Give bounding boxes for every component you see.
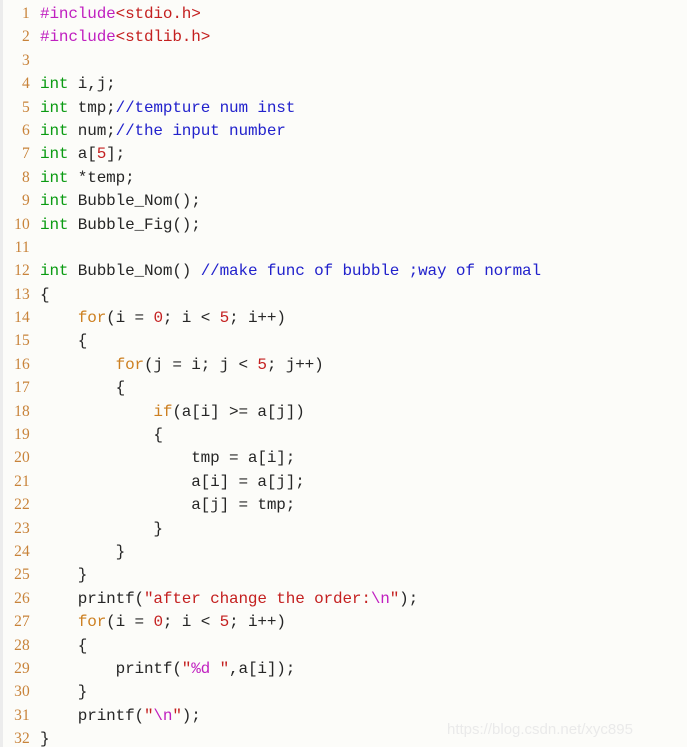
line-content[interactable]: { [30, 635, 88, 658]
code-line[interactable]: 4 int i,j; [0, 72, 687, 95]
line-number: 27 [14, 613, 30, 631]
line-number: 15 [14, 332, 30, 350]
code-line[interactable]: 5 int tmp;//tempture num inst [0, 96, 687, 119]
code-editor-area[interactable]: 1 #include<stdio.h> 2 #include<stdlib.h> 3 4 i… [0, 0, 687, 747]
line-content[interactable]: a[j] = tmp; [30, 494, 295, 517]
line-number: 20 [14, 449, 30, 467]
line-number: 30 [14, 683, 30, 701]
line-content[interactable]: printf("after change the order:\n"); [30, 588, 418, 611]
line-content[interactable]: } [30, 728, 50, 747]
line-number: 31 [14, 706, 30, 724]
line-content[interactable]: int num;//the input number [30, 120, 286, 143]
line-number: 14 [14, 309, 30, 327]
line-content[interactable]: for(i = 0; i < 5; i++) [30, 307, 286, 330]
line-content[interactable]: int i,j; [30, 73, 116, 96]
line-content[interactable]: int Bubble_Fig(); [30, 214, 201, 237]
code-line[interactable]: 7 int a[5]; [0, 142, 687, 165]
code-screenshot: 1 #include<stdio.h> 2 #include<stdlib.h> 3 4 i… [0, 0, 687, 747]
line-content[interactable]: { [30, 377, 126, 400]
line-content[interactable]: if(a[i] >= a[j]) [30, 401, 304, 424]
code-line[interactable]: 11 [0, 236, 687, 259]
line-content[interactable]: } [30, 681, 88, 704]
code-line[interactable]: 18 if(a[i] >= a[j]) [0, 400, 687, 423]
line-number: 25 [14, 566, 30, 584]
code-line[interactable]: 23 } [0, 517, 687, 540]
line-content[interactable]: #include<stdlib.h> [30, 26, 210, 49]
code-line[interactable]: 28 { [0, 634, 687, 657]
code-line[interactable]: 27 for(i = 0; i < 5; i++) [0, 610, 687, 633]
line-content[interactable]: a[i] = a[j]; [30, 471, 305, 494]
code-line[interactable]: 3 [0, 49, 687, 72]
code-line[interactable]: 13{ [0, 283, 687, 306]
line-content[interactable]: { [30, 424, 163, 447]
line-number: 29 [14, 659, 30, 677]
line-number: 11 [14, 238, 30, 256]
code-line[interactable]: 17 { [0, 376, 687, 399]
line-content[interactable]: { [30, 330, 88, 353]
code-line[interactable]: 15 { [0, 329, 687, 352]
line-number: 7 [22, 145, 30, 163]
line-content[interactable]: int a[5]; [30, 143, 125, 166]
line-number: 2 [22, 28, 30, 46]
line-content[interactable]: printf("\n"); [30, 705, 201, 728]
code-line[interactable]: 30 } [0, 680, 687, 703]
code-line[interactable]: 22 a[j] = tmp; [0, 493, 687, 516]
line-content[interactable]: int Bubble_Nom(); [30, 190, 201, 213]
line-content[interactable]: tmp = a[i]; [30, 447, 295, 470]
code-line[interactable]: 2 #include<stdlib.h> [0, 25, 687, 48]
line-number: 24 [14, 542, 30, 560]
line-number: 5 [22, 98, 30, 116]
line-number: 13 [14, 285, 30, 303]
code-line[interactable]: 8 int *temp; [0, 166, 687, 189]
line-content[interactable]: for(i = 0; i < 5; i++) [30, 611, 286, 634]
code-line[interactable]: 19 { [0, 423, 687, 446]
code-line[interactable]: 12 int Bubble_Nom() //make func of bubble… [0, 259, 687, 282]
code-line[interactable]: 25 } [0, 563, 687, 586]
code-line[interactable]: 16 for(j = i; j < 5; j++) [0, 353, 687, 376]
line-number: 10 [14, 215, 30, 233]
line-content[interactable]: for(j = i; j < 5; j++) [30, 354, 324, 377]
line-content[interactable]: { [30, 284, 50, 307]
line-number: 19 [14, 426, 30, 444]
line-number: 22 [14, 496, 30, 514]
line-content[interactable]: #include<stdio.h> [30, 3, 201, 26]
line-content[interactable]: int tmp;//tempture num inst [30, 97, 295, 120]
line-content[interactable]: } [30, 541, 126, 564]
line-number: 9 [22, 192, 30, 210]
line-number: 23 [14, 519, 30, 537]
code-line[interactable]: 10 int Bubble_Fig(); [0, 213, 687, 236]
line-number: 6 [22, 121, 30, 139]
line-number: 32 [14, 730, 30, 747]
code-line[interactable]: 29 printf("%d ",a[i]); [0, 657, 687, 680]
line-number: 4 [22, 75, 30, 93]
line-number: 28 [14, 636, 30, 654]
line-number: 26 [14, 589, 30, 607]
code-line[interactable]: 9 int Bubble_Nom(); [0, 189, 687, 212]
line-number: 17 [14, 379, 30, 397]
code-line[interactable]: 1 #include<stdio.h> [0, 2, 687, 25]
line-content[interactable]: int *temp; [30, 167, 135, 190]
code-line[interactable]: 6 int num;//the input number [0, 119, 687, 142]
line-number: 8 [22, 168, 30, 186]
code-line[interactable]: 14 for(i = 0; i < 5; i++) [0, 306, 687, 329]
line-content[interactable]: printf("%d ",a[i]); [30, 658, 296, 681]
line-number: 12 [14, 262, 30, 280]
code-line[interactable]: 24 } [0, 540, 687, 563]
code-line[interactable]: 20 tmp = a[i]; [0, 446, 687, 469]
line-number: 21 [14, 472, 30, 490]
line-content[interactable]: } [30, 518, 163, 541]
code-line[interactable]: 26 printf("after change the order:\n"); [0, 587, 687, 610]
line-number: 16 [14, 355, 30, 373]
line-number: 3 [22, 51, 30, 69]
line-number: 18 [14, 402, 30, 420]
line-number: 1 [22, 5, 30, 22]
watermark-text: https://blog.csdn.net/xyc895 [447, 721, 633, 738]
line-content[interactable]: } [30, 564, 88, 587]
code-line[interactable]: 21 a[i] = a[j]; [0, 470, 687, 493]
line-content[interactable]: int Bubble_Nom() //make func of bubble ;… [30, 260, 541, 283]
